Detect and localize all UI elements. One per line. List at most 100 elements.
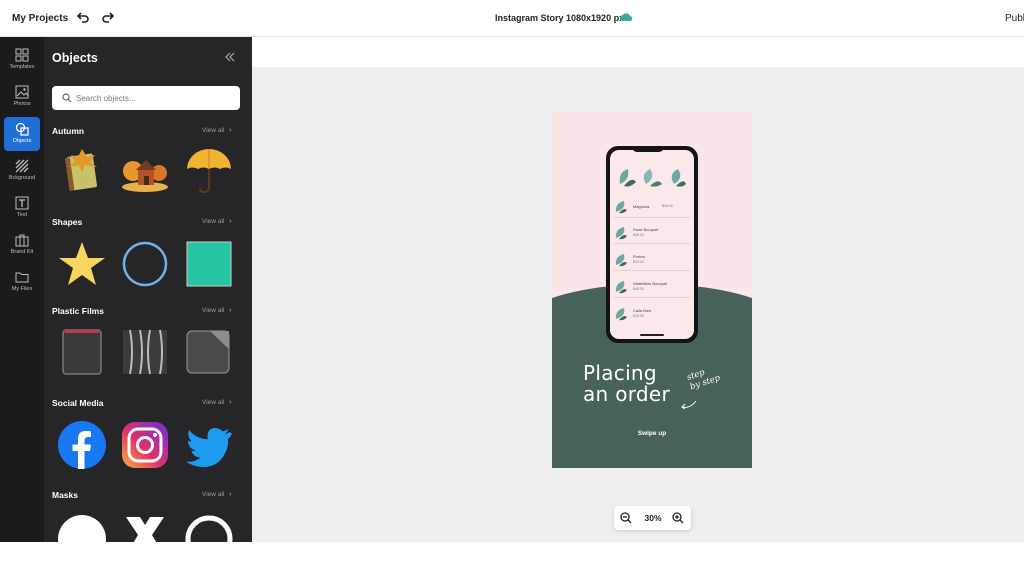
search-box[interactable] <box>52 86 240 110</box>
rail-label: Templates <box>9 64 35 70</box>
top-bar: My Projects Instagram Story 1080x1920 px… <box>0 0 1024 37</box>
category-title-masks: Masks <box>52 490 78 500</box>
rail-item-templates[interactable]: Templates <box>4 43 40 77</box>
rail-label: Brand Kit <box>10 249 34 255</box>
view-all-social-media[interactable]: View all › <box>202 399 232 406</box>
object-ring-mask[interactable] <box>184 511 234 561</box>
story-canvas[interactable]: Magnolia $15.00 Rose Bouquet $35.00 Prot… <box>552 112 752 468</box>
story-headline[interactable]: Placing an order <box>583 363 670 405</box>
divider <box>614 217 690 218</box>
zoom-out-icon[interactable] <box>620 512 632 524</box>
brand-kit-icon <box>15 234 29 247</box>
object-circle-outline[interactable] <box>120 239 170 289</box>
photos-icon <box>15 85 29 99</box>
facebook-logo-icon[interactable] <box>57 420 107 470</box>
undo-icon[interactable] <box>76 11 90 25</box>
canvas-top-strip <box>252 37 1024 67</box>
curved-arrow-icon <box>681 400 697 410</box>
canvas-area[interactable]: Magnolia $15.00 Rose Bouquet $35.00 Prot… <box>252 37 1024 542</box>
item-name: Rose Bouquet <box>633 227 659 232</box>
object-film-wavy[interactable] <box>120 327 170 377</box>
chevron-right-icon: › <box>229 218 232 225</box>
item-price: $45.00 <box>633 287 644 291</box>
object-autumn-house[interactable] <box>120 147 170 197</box>
publish-button[interactable]: Publ <box>1005 13 1024 24</box>
item-name: Calla lilies <box>633 308 652 313</box>
object-x-mask[interactable] <box>120 511 170 561</box>
phone-leaf-header-icon <box>619 169 686 187</box>
rail-item-text[interactable]: Text <box>4 191 40 225</box>
zoom-control: 30% <box>614 506 691 530</box>
rail-item-brand-kit[interactable]: Brand Kit <box>4 228 40 262</box>
view-all-masks[interactable]: View all › <box>202 491 232 498</box>
rail-label: Text <box>16 212 28 218</box>
document-title[interactable]: Instagram Story 1080x1920 px <box>495 13 624 23</box>
category-title-social-media: Social Media <box>52 398 104 408</box>
leaf-icon <box>615 254 627 267</box>
background-icon <box>15 159 29 173</box>
item-price: $15.00 <box>662 204 673 208</box>
rail-item-background[interactable]: Bckground <box>4 154 40 188</box>
rail-item-photos[interactable]: Photos <box>4 80 40 114</box>
swipe-up-text[interactable]: Swipe up <box>552 430 752 437</box>
item-name: Protea <box>633 254 645 259</box>
rail-label: My Files <box>11 286 33 292</box>
phone-list-item: Waterlilies Bouquet $45.00 <box>614 278 690 298</box>
leaf-icon <box>615 201 627 214</box>
cloud-saved-icon <box>620 13 632 22</box>
view-all-label: View all <box>202 127 225 134</box>
zoom-level[interactable]: 30% <box>641 513 665 523</box>
twitter-logo-icon[interactable] <box>184 420 234 470</box>
object-book-leaf[interactable] <box>57 147 107 197</box>
phone-screen: Magnolia $15.00 Rose Bouquet $35.00 Prot… <box>610 150 694 339</box>
rail-label: Objects <box>12 138 32 144</box>
object-square[interactable] <box>184 239 234 289</box>
chevron-right-icon: › <box>229 127 232 134</box>
object-circle-mask[interactable] <box>57 511 107 561</box>
category-title-plastic-films: Plastic Films <box>52 306 104 316</box>
phone-mockup[interactable]: Magnolia $15.00 Rose Bouquet $35.00 Prot… <box>606 146 698 343</box>
view-all-label: View all <box>202 491 225 498</box>
search-icon <box>62 93 72 103</box>
redo-icon[interactable] <box>101 11 115 25</box>
phone-list-item: Rose Bouquet $35.00 <box>614 224 690 244</box>
panel-title: Objects <box>52 51 98 65</box>
objects-icon <box>15 122 29 136</box>
object-umbrella[interactable] <box>184 147 234 197</box>
text-icon <box>15 196 29 210</box>
view-all-label: View all <box>202 218 225 225</box>
object-star[interactable] <box>57 239 107 289</box>
leaf-icon <box>615 281 627 294</box>
phone-list-item: Calla lilies $15.00 <box>614 305 690 323</box>
search-input[interactable] <box>76 90 234 106</box>
item-price: $10.00 <box>633 260 644 264</box>
templates-icon <box>15 48 29 62</box>
chevron-right-icon: › <box>229 399 232 406</box>
view-all-shapes[interactable]: View all › <box>202 218 232 225</box>
instagram-logo-icon[interactable] <box>120 420 170 470</box>
phone-list-item: Protea $10.00 <box>614 251 690 271</box>
leaf-icon <box>615 227 627 240</box>
object-film-peel[interactable] <box>184 327 234 377</box>
rail-label: Photos <box>13 101 31 107</box>
headline-line-1: Placing <box>583 361 657 385</box>
collapse-panel-icon[interactable] <box>225 52 235 62</box>
folder-icon <box>15 272 29 283</box>
left-rail: Templates Photos Objects Bckground Text … <box>0 37 44 542</box>
headline-line-2: an order <box>583 382 671 406</box>
item-price: $35.00 <box>633 233 644 237</box>
item-price: $15.00 <box>633 314 644 318</box>
category-title-autumn: Autumn <box>52 126 85 136</box>
zoom-in-icon[interactable] <box>672 512 684 524</box>
object-film-square[interactable] <box>57 327 107 377</box>
objects-panel: Objects Autumn View all › Shapes View all… <box>44 37 252 561</box>
view-all-plastic-films[interactable]: View all › <box>202 307 232 314</box>
my-projects-link[interactable]: My Projects <box>12 13 68 24</box>
category-title-shapes: Shapes <box>52 217 83 227</box>
chevron-right-icon: › <box>229 307 232 314</box>
divider <box>614 243 690 244</box>
divider <box>614 270 690 271</box>
view-all-autumn[interactable]: View all › <box>202 127 232 134</box>
rail-item-my-files[interactable]: My Files <box>4 265 40 299</box>
rail-item-objects[interactable]: Objects <box>4 117 40 151</box>
